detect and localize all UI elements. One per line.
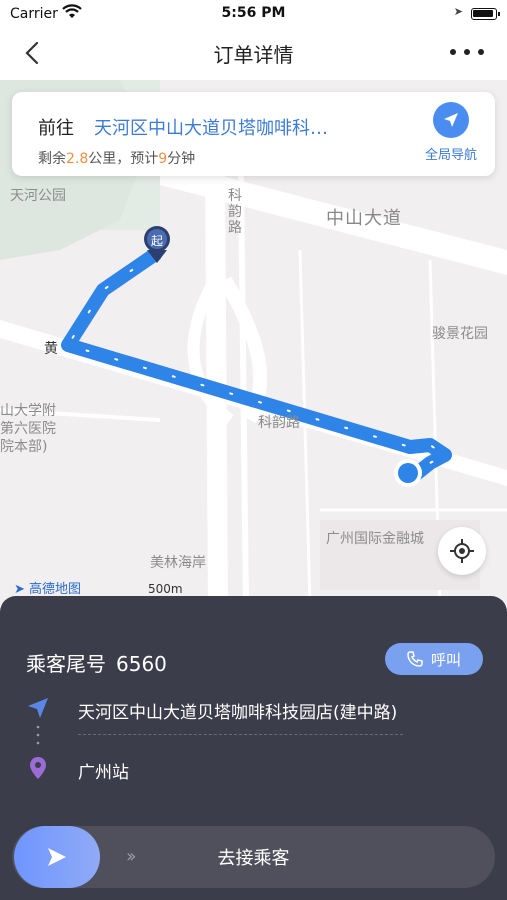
global-navigation-button[interactable]: 全局导航 <box>419 102 483 163</box>
tail-number-label: 乘客尾号 <box>26 652 106 676</box>
status-bar: Carrier 5:56 PM ➤ <box>0 0 507 28</box>
map-label-junjing: 骏景花园 <box>432 326 488 342</box>
battery-icon <box>471 8 500 20</box>
start-marker-label: 起 <box>151 234 163 248</box>
phone-icon <box>407 651 423 667</box>
route-card: 前往 天河区中山大道贝塔咖啡科… 剩余2.8公里，预计9分钟 全局导航 <box>12 92 495 176</box>
address-divider <box>78 734 403 735</box>
nav-bar: 订单详情 <box>0 28 507 78</box>
map-label-park: 天河公园 <box>10 188 66 204</box>
tail-number-value: 6560 <box>116 652 167 676</box>
clock: 5:56 PM <box>221 5 286 21</box>
pickup-slider[interactable]: ›› 去接乘客 <box>12 826 495 888</box>
call-button[interactable]: 呼叫 <box>385 643 483 675</box>
global-navigation-label: 全局导航 <box>424 148 477 163</box>
map-label-huang: 黄 <box>44 341 58 357</box>
map-label-keyun-road-vertical: 科韵路 <box>228 188 242 236</box>
page-title: 订单详情 <box>213 43 294 67</box>
remaining-info: 剩余2.8公里，预计9分钟 <box>38 151 196 167</box>
locate-me-button[interactable] <box>438 527 486 575</box>
crosshair-icon <box>450 539 474 563</box>
map-label-meilin: 美林海岸 <box>150 555 206 571</box>
map-label-zhongshan-road: 中山大道 <box>326 208 402 229</box>
remaining-km: 2.8 <box>66 151 89 167</box>
navigation-arrow-icon <box>28 698 48 718</box>
route-dots <box>36 725 40 745</box>
slider-label: 去接乘客 <box>217 848 290 869</box>
location-pin-icon <box>30 757 46 779</box>
map-label-hospital-1: 山大学附 <box>0 403 56 419</box>
call-label: 呼叫 <box>430 650 461 669</box>
amap-logo: ➤ 高德地图 <box>14 582 82 597</box>
order-panel: 乘客尾号 6560 呼叫 天河区中山大道贝塔咖啡科技园店(建中路) 广州站 ›› … <box>0 596 507 900</box>
map-scale-label: 500m <box>148 582 183 596</box>
remaining-minutes: 9 <box>158 151 168 167</box>
location-arrow-icon: ➤ <box>453 5 463 18</box>
navigation-arrow-icon <box>444 113 458 127</box>
end-address: 广州站 <box>78 763 129 783</box>
map-label-hospital-3: 院本部) <box>0 439 48 455</box>
map-label-hospital-2: 第六医院 <box>0 421 56 437</box>
map-label-keyun-road: 科韵路 <box>258 415 300 431</box>
goto-label: 前往 <box>38 118 74 139</box>
start-address: 天河区中山大道贝塔咖啡科技园店(建中路) <box>78 703 398 723</box>
more-icon[interactable] <box>447 40 487 64</box>
map-label-ifc: 广州国际金融城 <box>326 531 424 547</box>
destination-text: 天河区中山大道贝塔咖啡科… <box>94 118 328 139</box>
passenger-tail-number: 乘客尾号 6560 <box>26 648 167 677</box>
